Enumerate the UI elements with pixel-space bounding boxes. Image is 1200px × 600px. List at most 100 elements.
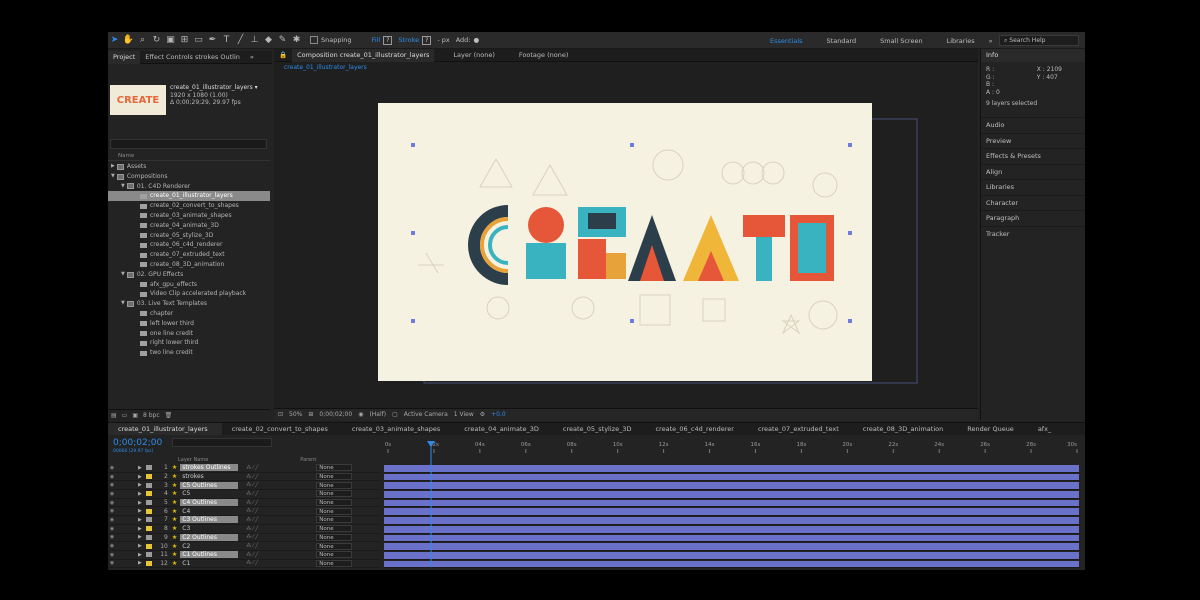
layer-name[interactable]: C2 Outlines <box>180 533 239 541</box>
parent-select[interactable]: None <box>316 507 353 515</box>
layer-row[interactable]: ◉ ▶ 4 ★ C5 ⁂ ⁄ ╱ None <box>108 490 380 499</box>
layer-row[interactable]: ◉ ▶ 6 ★ C4 ⁂ ⁄ ╱ None <box>108 507 380 517</box>
project-item[interactable]: create_05_stylize_3D <box>108 231 270 241</box>
parent-select[interactable]: None <box>316 542 353 550</box>
region-icon[interactable]: ▢ <box>392 411 398 418</box>
layer-row[interactable]: ◉ ▶ 1 ★ strokes Outlines ⁂ ⁄ ╱ None <box>108 464 380 473</box>
composition-canvas[interactable] <box>378 103 872 381</box>
snapshot-icon[interactable]: ⊡ <box>278 411 283 418</box>
project-item[interactable]: Video Clip accelerated playback <box>108 289 270 299</box>
project-search-input[interactable] <box>110 139 267 149</box>
panel-effects-presets[interactable]: Effects & Presets <box>981 148 1085 164</box>
exposure-value[interactable]: +0.0 <box>491 411 506 418</box>
playhead[interactable] <box>384 437 1081 567</box>
layer-name-header[interactable]: Layer Name <box>178 457 208 463</box>
chevron-right-icon[interactable]: ▶ <box>111 162 115 172</box>
layer-name[interactable]: C1 <box>180 560 238 567</box>
fast-preview-icon[interactable]: ⚙ <box>480 411 485 418</box>
view-layout-select[interactable]: 1 View <box>454 411 474 418</box>
chevron-right-icon[interactable]: ▶ <box>138 508 142 514</box>
project-item[interactable]: create_07_extruded_text <box>108 250 270 260</box>
new-folder-icon[interactable]: ▭ <box>122 412 128 419</box>
label-color-swatch[interactable] <box>145 500 152 506</box>
layer-switches[interactable]: ⁂ ⁄ ╱ <box>246 500 316 506</box>
layer-switches[interactable]: ⁂ ⁄ ╱ <box>246 560 316 566</box>
layer-row[interactable]: ◉ ▶ 2 ★ strokes ⁂ ⁄ ╱ None <box>108 473 380 482</box>
project-item[interactable]: ▼ 03. Live Text Templates <box>108 299 270 309</box>
layer-row[interactable]: ◉ ▶ 7 ★ C3 Outlines ⁂ ⁄ ╱ None <box>108 516 380 525</box>
more-workspaces-icon[interactable]: » <box>989 37 993 45</box>
parent-select[interactable]: None <box>316 481 353 489</box>
eye-icon[interactable]: ◉ <box>108 517 116 523</box>
pen-tool-icon[interactable]: ✒ <box>206 34 219 47</box>
add-menu[interactable]: Add: ● <box>456 36 479 44</box>
comp-breadcrumb[interactable]: create_01_illustrator_layers <box>274 62 978 74</box>
label-color-swatch[interactable] <box>145 552 152 558</box>
timeline-tab[interactable]: create_02_convert_to_shapes <box>222 423 342 435</box>
label-color-swatch[interactable] <box>145 465 152 471</box>
timeline-tab[interactable]: create_03_animate_shapes <box>342 423 454 435</box>
roto-brush-tool-icon[interactable]: ✎ <box>276 34 289 47</box>
rectangle-tool-icon[interactable]: ▭ <box>192 34 205 47</box>
eye-icon[interactable]: ◉ <box>108 534 116 540</box>
eye-icon[interactable]: ◉ <box>108 552 116 558</box>
label-color-swatch[interactable] <box>145 491 152 497</box>
layer-name[interactable]: strokes <box>180 473 238 480</box>
hand-tool-icon[interactable]: ✋ <box>122 34 135 47</box>
type-tool-icon[interactable]: T <box>220 34 233 47</box>
workspace-small-screen[interactable]: Small Screen <box>880 37 922 45</box>
info-title[interactable]: Info <box>981 49 1085 62</box>
trash-icon[interactable]: 🗑 <box>165 412 173 419</box>
layer-switches[interactable]: ⁂ ⁄ ╱ <box>246 482 316 488</box>
parent-select[interactable]: None <box>316 551 353 559</box>
chevron-right-icon[interactable]: ▶ <box>138 552 142 558</box>
layer-name[interactable]: C4 <box>180 508 238 515</box>
tab-project[interactable]: Project <box>108 50 141 64</box>
layer-row[interactable]: ◉ ▶ 5 ★ C4 Outlines ⁂ ⁄ ╱ None <box>108 499 380 508</box>
project-item[interactable]: create_02_convert_to_shapes <box>108 201 270 211</box>
project-item[interactable]: ▼ Compositions <box>108 172 270 182</box>
panel-tracker[interactable]: Tracker <box>981 225 1085 242</box>
timeline-tab[interactable]: create_07_extruded_text <box>748 423 853 435</box>
timeline-tab[interactable]: afx_ <box>1028 423 1065 435</box>
chevron-right-icon[interactable]: ▶ <box>138 474 142 480</box>
tab-effect-controls[interactable]: Effect Controls strokes Outlin <box>140 51 245 64</box>
chevron-down-icon[interactable]: ▼ <box>121 182 125 192</box>
layer-switches[interactable]: ⁂ ⁄ ╱ <box>246 491 316 497</box>
stroke-control[interactable]: Stroke? <box>398 35 432 45</box>
selection-tool-icon[interactable]: ➤ <box>108 34 121 47</box>
project-item[interactable]: two line credit <box>108 348 270 358</box>
project-item[interactable]: ▶ Assets <box>108 162 270 172</box>
panel-align[interactable]: Align <box>981 163 1085 180</box>
parent-select[interactable]: None <box>316 533 353 541</box>
label-color-swatch[interactable] <box>145 474 152 480</box>
layer-row[interactable]: ◉ ▶ 12 ★ C1 ⁂ ⁄ ╱ None <box>108 559 380 569</box>
snapping-checkbox[interactable] <box>310 36 318 44</box>
new-comp-icon[interactable]: ▣ <box>132 412 138 419</box>
layer-name[interactable]: C3 <box>180 525 238 532</box>
layer-row[interactable]: ◉ ▶ 10 ★ C2 ⁂ ⁄ ╱ None <box>108 542 380 551</box>
layer-name[interactable]: C5 <box>180 490 238 497</box>
panel-audio[interactable]: Audio <box>981 117 1085 133</box>
tab-layer[interactable]: Layer (none) <box>448 49 499 62</box>
project-item[interactable]: create_04_animate_3D <box>108 221 270 231</box>
tab-footage[interactable]: Footage (none) <box>514 49 573 62</box>
clone-stamp-tool-icon[interactable]: ⊥ <box>248 34 261 47</box>
eye-icon[interactable]: ◉ <box>108 482 116 488</box>
parent-header[interactable]: Parent <box>300 457 316 463</box>
eye-icon[interactable]: ◉ <box>108 526 116 532</box>
panel-paragraph[interactable]: Paragraph <box>981 210 1085 226</box>
layer-name[interactable]: C5 Outlines <box>180 481 239 489</box>
project-item[interactable]: left lower third <box>108 319 270 329</box>
label-color-swatch[interactable] <box>145 517 152 523</box>
project-item[interactable]: one line credit <box>108 329 270 339</box>
snapping-toggle[interactable]: Snapping <box>310 36 352 44</box>
timeline-timecode[interactable]: 0;00;02;00 <box>113 438 162 448</box>
panel-libraries[interactable]: Libraries <box>981 179 1085 195</box>
timeline-tab[interactable]: create_05_stylize_3D <box>553 423 646 435</box>
chevron-right-icon[interactable]: ▶ <box>138 543 142 549</box>
chevron-right-icon[interactable]: ▶ <box>138 517 142 523</box>
chevron-down-icon[interactable]: ▼ <box>111 172 115 182</box>
eye-icon[interactable]: ◉ <box>108 500 116 506</box>
project-item[interactable]: create_06_c4d_renderer <box>108 240 270 250</box>
